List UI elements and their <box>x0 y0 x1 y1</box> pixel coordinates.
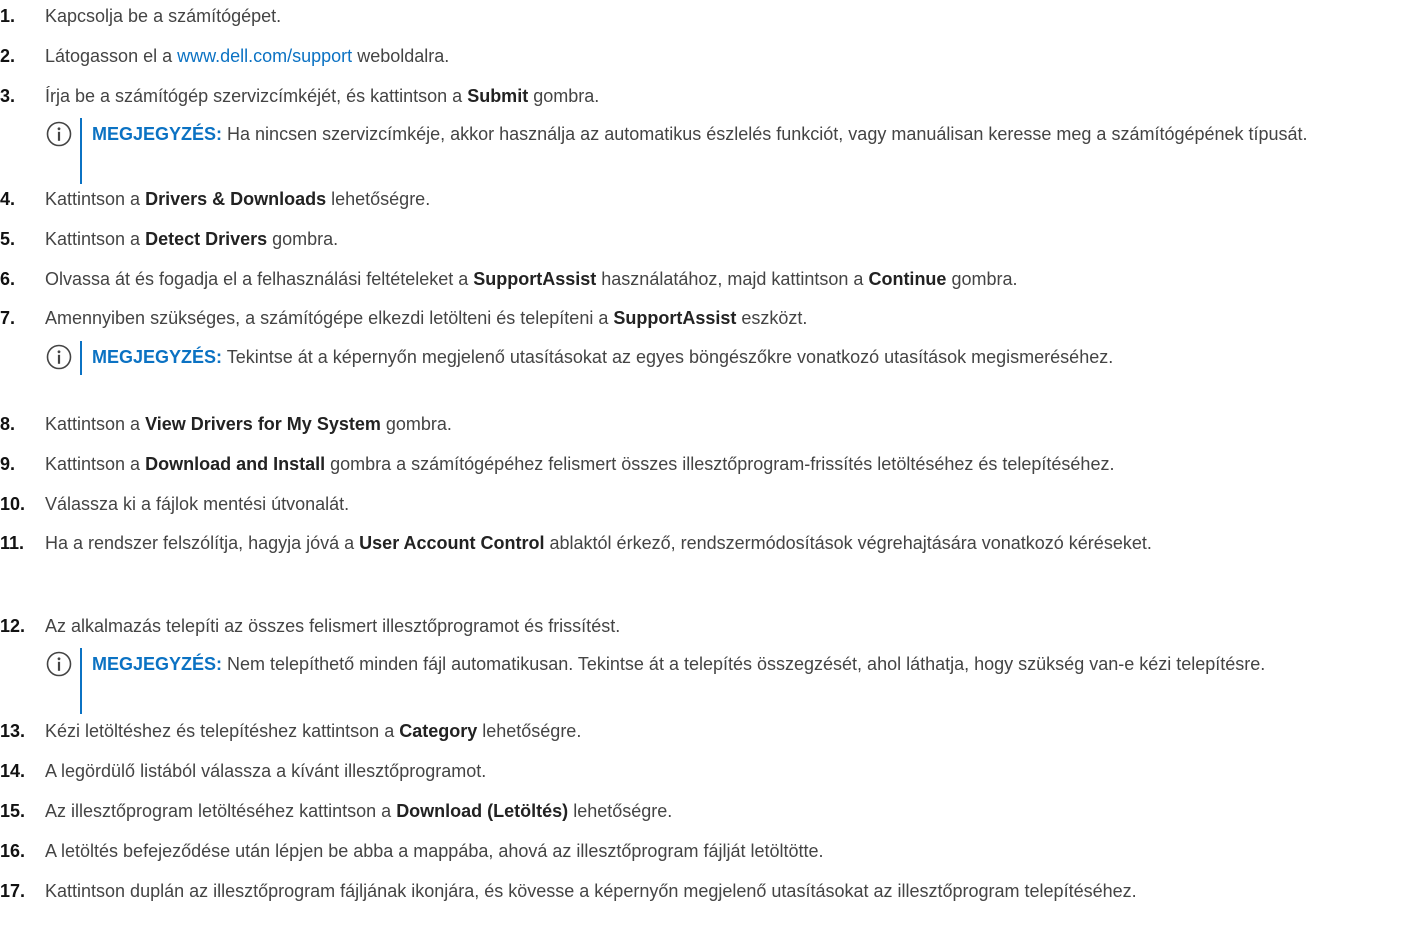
step-number: 7. <box>0 308 16 328</box>
note-bar <box>80 341 82 375</box>
info-icon <box>46 651 72 677</box>
step-8: 8. Kattintson a View Drivers for My Syst… <box>0 412 1400 436</box>
step-number: 13. <box>0 721 26 741</box>
step-2: 2. Látogasson el a www.dell.com/support … <box>0 44 1400 68</box>
info-icon <box>46 344 72 370</box>
step-number: 5. <box>0 229 16 249</box>
step-3: 3. Írja be a számítógép szervizcímkéjét,… <box>0 84 1400 108</box>
step-16: 16. A letöltés befejeződése után lépjen … <box>0 839 1400 863</box>
step-11: 11. Ha a rendszer felszólítja, hagyja jó… <box>0 531 1400 555</box>
step-text: Kapcsolja be a számítógépet. <box>45 6 282 26</box>
step-4: 4. Kattintson a Drivers & Downloads lehe… <box>0 187 1400 211</box>
step-number: 11. <box>0 533 25 553</box>
note-bar <box>80 118 82 184</box>
step-text: Kézi letöltéshez és telepítéshez kattint… <box>45 721 582 741</box>
step-number: 17. <box>0 881 26 901</box>
info-icon <box>46 121 72 147</box>
step-17: 17. Kattintson duplán az illesztőprogram… <box>0 879 1400 903</box>
step-10: 10. Válassza ki a fájlok mentési útvonal… <box>0 492 1400 516</box>
note-1: MEGJEGYZÉS: Ha nincsen szervizcímkéje, a… <box>46 118 1396 184</box>
step-text: Az illesztőprogram letöltéséhez kattints… <box>45 801 673 821</box>
step-12: 12. Az alkalmazás telepíti az összes fel… <box>0 614 1400 638</box>
step-text: A letöltés befejeződése után lépjen be a… <box>45 841 824 861</box>
step-text: Írja be a számítógép szervizcímkéjét, és… <box>45 86 600 106</box>
step-9: 9. Kattintson a Download and Install gom… <box>0 452 1400 476</box>
step-text: Kattintson a Drivers & Downloads lehetős… <box>45 189 431 209</box>
step-text: Olvassa át és fogadja el a felhasználási… <box>45 269 1018 289</box>
step-text: Látogasson el a www.dell.com/support web… <box>45 46 450 66</box>
step-number: 15. <box>0 801 26 821</box>
step-text: Ha a rendszer felszólítja, hagyja jóvá a… <box>45 533 1152 553</box>
step-number: 4. <box>0 189 16 209</box>
step-1: 1. Kapcsolja be a számítógépet. <box>0 4 1400 28</box>
step-number: 6. <box>0 269 16 289</box>
step-number: 9. <box>0 454 16 474</box>
step-number: 12. <box>0 616 26 636</box>
note-3: MEGJEGYZÉS: Nem telepíthető minden fájl … <box>46 648 1396 714</box>
step-text: Kattintson a Detect Drivers gombra. <box>45 229 339 249</box>
step-text: Amennyiben szükséges, a számítógépe elke… <box>45 308 808 328</box>
step-6: 6. Olvassa át és fogadja el a felhasznál… <box>0 267 1400 291</box>
step-number: 10. <box>0 494 26 514</box>
step-text: Válassza ki a fájlok mentési útvonalát. <box>45 494 350 514</box>
note-body: MEGJEGYZÉS: Ha nincsen szervizcímkéje, a… <box>92 124 1308 144</box>
step-text: Az alkalmazás telepíti az összes felisme… <box>45 616 621 636</box>
note-bar <box>80 648 82 714</box>
step-text: A legördülő listából válassza a kívánt i… <box>45 761 487 781</box>
step-number: 3. <box>0 86 16 106</box>
note-body: MEGJEGYZÉS: Tekintse át a képernyőn megj… <box>92 347 1114 367</box>
step-14: 14. A legördülő listából válassza a kívá… <box>0 759 1400 783</box>
procedure-document: 1. Kapcsolja be a számítógépet. 2. Látog… <box>0 0 1407 943</box>
step-7: 7. Amennyiben szükséges, a számítógépe e… <box>0 306 1400 330</box>
step-13: 13. Kézi letöltéshez és telepítéshez kat… <box>0 719 1400 743</box>
step-5: 5. Kattintson a Detect Drivers gombra. <box>0 227 1400 251</box>
note-body: MEGJEGYZÉS: Nem telepíthető minden fájl … <box>92 654 1266 674</box>
step-text: Kattintson a Download and Install gombra… <box>45 454 1115 474</box>
support-link[interactable]: www.dell.com/support <box>177 46 352 66</box>
step-number: 16. <box>0 841 26 861</box>
step-text: Kattintson a View Drivers for My System … <box>45 414 452 434</box>
step-number: 14. <box>0 761 26 781</box>
note-2: MEGJEGYZÉS: Tekintse át a képernyőn megj… <box>46 341 1396 375</box>
step-15: 15. Az illesztőprogram letöltéséhez katt… <box>0 799 1400 823</box>
step-text: Kattintson duplán az illesztőprogram fáj… <box>45 881 1137 901</box>
step-number: 8. <box>0 414 16 434</box>
step-number: 2. <box>0 46 16 66</box>
step-number: 1. <box>0 6 16 26</box>
